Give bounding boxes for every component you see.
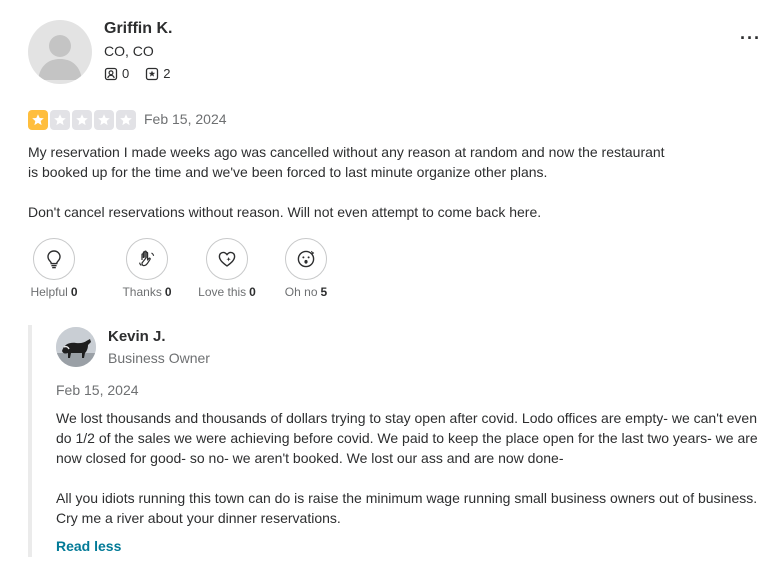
oh-no-count: 5 <box>320 285 328 299</box>
reply-text: We lost thousands and thousands of dolla… <box>56 408 769 548</box>
avatar[interactable] <box>28 20 92 84</box>
oh-no-button[interactable]: Oh no 5 <box>276 238 336 299</box>
star-empty-icon <box>116 110 136 130</box>
star-empty-icon <box>50 110 70 130</box>
thanks-label: Thanks <box>122 285 162 299</box>
more-options-icon[interactable]: ··· <box>740 28 761 49</box>
oh-no-label: Oh no <box>284 285 318 299</box>
helpful-count: 0 <box>70 285 78 299</box>
owner-reply: Kevin J. Business Owner Feb 15, 2024 We … <box>28 325 769 557</box>
review-paragraph: Don't cancel reservations without reason… <box>28 204 542 220</box>
love-this-label: Love this <box>198 285 247 299</box>
love-this-count: 0 <box>249 285 256 299</box>
surprised-face-icon <box>297 250 315 268</box>
friends-count: 0 <box>122 66 130 81</box>
reviewer-location: CO, CO <box>104 43 154 59</box>
review-text: My reservation I made weeks ago was canc… <box>28 142 668 242</box>
reply-paragraph: We lost thousands and thousands of dolla… <box>56 410 758 466</box>
reaction-bar: Helpful 0 Thanks 0 Love this 0 Oh no 5 <box>28 238 336 299</box>
star-rating <box>28 110 136 130</box>
lightbulb-icon <box>47 250 61 269</box>
reply-date: Feb 15, 2024 <box>56 382 139 398</box>
waving-hand-icon <box>139 250 155 267</box>
review-date: Feb 15, 2024 <box>144 111 227 127</box>
love-this-button[interactable]: Love this 0 <box>192 238 262 299</box>
owner-role: Business Owner <box>108 350 210 366</box>
reviews-star-icon <box>146 67 159 80</box>
owner-avatar[interactable] <box>56 327 96 367</box>
reviews-count: 2 <box>163 66 171 81</box>
owner-photo <box>56 327 96 367</box>
reviewer-stats: 0 2 <box>104 66 170 81</box>
star-filled-icon <box>28 110 48 130</box>
helpful-button[interactable]: Helpful 0 <box>28 238 80 299</box>
helpful-label: Helpful <box>30 285 68 299</box>
thanks-button[interactable]: Thanks 0 <box>112 238 182 299</box>
owner-name[interactable]: Kevin J. <box>108 328 166 345</box>
read-less-link[interactable]: Read less <box>56 538 121 554</box>
friends-icon <box>104 67 118 80</box>
star-empty-icon <box>94 110 114 130</box>
reviewer-name[interactable]: Griffin K. <box>104 20 172 38</box>
thanks-count: 0 <box>164 285 172 299</box>
reply-paragraph: All you idiots running this town can do … <box>56 490 758 526</box>
star-empty-icon <box>72 110 92 130</box>
review-paragraph: My reservation I made weeks ago was canc… <box>28 144 665 180</box>
default-user-icon <box>38 35 82 80</box>
heart-sparkle-icon <box>218 251 236 267</box>
